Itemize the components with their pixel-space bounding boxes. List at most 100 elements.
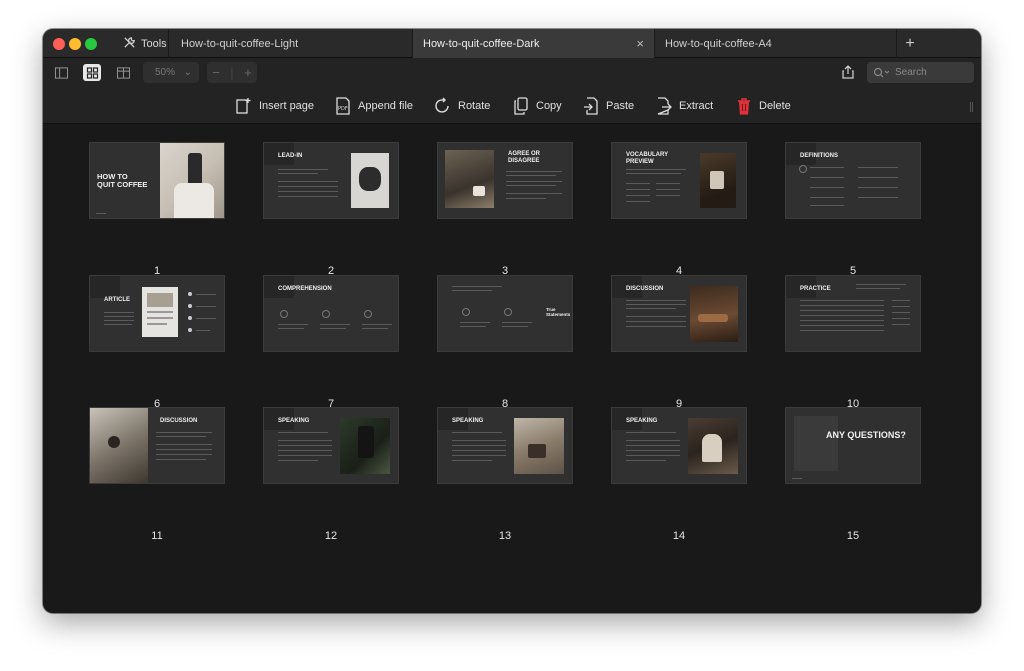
slide-title: AGREE OR DISAGREE — [508, 151, 541, 164]
append-file-button[interactable]: PDF Append file — [335, 88, 413, 124]
slide-photo — [690, 286, 738, 342]
append-file-label: Append file — [358, 100, 414, 112]
slide-title: DISCUSSION — [626, 286, 664, 292]
slide-title: COMPREHENSION — [278, 286, 332, 292]
page-number: 13 — [498, 530, 512, 542]
slide-title: SPEAKING — [626, 418, 658, 424]
page-thumbnail-grid: HOW TO QUIT COFFEE 1 LEAD-IN 2 AGREE OR … — [43, 124, 981, 613]
slide-photo — [340, 418, 390, 474]
slide-photo — [160, 143, 224, 218]
slide-title: DISCUSSION — [160, 418, 198, 424]
delete-button[interactable]: Delete — [736, 88, 791, 124]
slide-photo — [688, 418, 738, 474]
page-thumbnail-6[interactable]: ARTICLE — [89, 275, 225, 352]
minimize-window-button[interactable] — [69, 38, 81, 50]
slide-title: ARTICLE — [104, 297, 130, 303]
extract-icon — [657, 97, 672, 115]
slide-photo — [700, 153, 736, 208]
zoom-controls: − | + — [207, 62, 257, 83]
tab-label: How-to-quit-coffee-Light — [181, 37, 299, 50]
page-number: 14 — [672, 530, 686, 542]
extract-button[interactable]: Extract — [656, 88, 713, 124]
slide-title: DEFINITIONS — [800, 153, 839, 159]
insert-page-label: Insert page — [259, 100, 315, 112]
slide-title: LEAD-IN — [278, 153, 303, 159]
slide-title: ANY QUESTIONS? — [826, 430, 906, 440]
tab-how-to-quit-coffee-a4[interactable]: How-to-quit-coffee-A4 — [655, 29, 897, 58]
page-thumbnail-9[interactable]: DISCUSSION — [611, 275, 747, 352]
trash-icon — [738, 98, 750, 115]
two-page-view-button[interactable] — [114, 64, 132, 81]
copy-icon — [514, 97, 528, 115]
zoom-out-button[interactable]: − — [212, 65, 220, 80]
tab-label: How-to-quit-coffee-A4 — [665, 37, 772, 50]
page-thumbnail-11[interactable]: DISCUSSION — [89, 407, 225, 484]
page-actions-bar: Insert page PDF Append file Rotate Copy … — [43, 88, 981, 124]
zoom-window-button[interactable] — [85, 38, 97, 50]
title-bar: Tools How-to-quit-coffee-Light How-to-qu… — [43, 29, 981, 58]
paste-label: Paste — [606, 100, 635, 112]
toolbar-grip-handle[interactable] — [970, 102, 973, 112]
view-toolbar: 50% ⌄ − | + Search — [43, 58, 981, 88]
page-thumbnail-13[interactable]: SPEAKING — [437, 407, 573, 484]
copy-label: Copy — [536, 100, 562, 112]
zoom-value: 50% — [155, 67, 176, 78]
copy-button[interactable]: Copy — [513, 88, 562, 124]
slide-photo — [90, 408, 148, 483]
slide-photo — [351, 153, 389, 208]
append-file-icon: PDF — [336, 97, 350, 115]
slide-title: VOCABULARY PREVIEW — [626, 152, 669, 165]
extract-label: Extract — [679, 100, 714, 112]
slide-title: PRACTICE — [800, 286, 831, 292]
tools-label: Tools — [141, 37, 167, 50]
slide-title: True Statements — [546, 307, 571, 317]
paste-button[interactable]: Paste — [583, 88, 634, 124]
page-thumbnail-12[interactable]: SPEAKING — [263, 407, 399, 484]
insert-page-button[interactable]: Insert page — [236, 88, 314, 124]
page-thumbnail-15[interactable]: ANY QUESTIONS? — [785, 407, 921, 484]
tab-how-to-quit-coffee-light[interactable]: How-to-quit-coffee-Light — [171, 29, 413, 58]
slide-photo — [142, 287, 178, 337]
page-thumbnail-1[interactable]: HOW TO QUIT COFFEE — [89, 142, 225, 219]
page-thumbnail-7[interactable]: COMPREHENSION — [263, 275, 399, 352]
new-tab-button[interactable]: + — [899, 29, 921, 58]
pdf-badge: PDF — [338, 106, 348, 112]
page-thumbnail-5[interactable]: DEFINITIONS — [785, 142, 921, 219]
close-window-button[interactable] — [53, 38, 65, 50]
tools-button[interactable]: Tools — [117, 29, 169, 58]
page-thumbnail-2[interactable]: LEAD-IN — [263, 142, 399, 219]
chevron-down-icon: ⌄ — [183, 67, 192, 78]
tab-how-to-quit-coffee-dark[interactable]: How-to-quit-coffee-Dark × — [413, 29, 655, 58]
close-tab-icon[interactable]: × — [636, 36, 644, 51]
slide-title: HOW TO QUIT COFFEE — [97, 172, 148, 190]
tools-icon — [123, 36, 136, 52]
rotate-button[interactable]: Rotate — [435, 88, 490, 124]
slide-photo — [445, 150, 494, 208]
page-thumbnail-4[interactable]: VOCABULARY PREVIEW — [611, 142, 747, 219]
search-placeholder: Search — [895, 67, 927, 78]
page-number: 15 — [846, 530, 860, 542]
slide-photo — [514, 418, 564, 474]
paste-icon — [584, 97, 598, 115]
slide-title: SPEAKING — [278, 418, 310, 424]
page-thumbnail-10[interactable]: PRACTICE — [785, 275, 921, 352]
grid-view-button[interactable] — [83, 64, 101, 81]
two-page-icon — [116, 66, 130, 79]
page-number: 11 — [151, 530, 163, 542]
zoom-in-button[interactable]: + — [244, 65, 252, 80]
rotate-label: Rotate — [458, 100, 491, 112]
grid-icon — [86, 66, 98, 79]
slide-title: SPEAKING — [452, 418, 484, 424]
page-thumbnail-14[interactable]: SPEAKING — [611, 407, 747, 484]
insert-page-icon — [236, 98, 251, 114]
zoom-select[interactable]: 50% ⌄ — [143, 62, 199, 83]
rotate-icon — [435, 97, 449, 113]
sidebar-view-button[interactable] — [52, 64, 70, 81]
sidebar-icon — [54, 66, 68, 79]
share-icon[interactable] — [840, 64, 856, 80]
page-thumbnail-8[interactable]: True Statements — [437, 275, 573, 352]
page-number: 12 — [324, 530, 338, 542]
page-thumbnail-3[interactable]: AGREE OR DISAGREE — [437, 142, 573, 219]
search-input[interactable]: Search — [867, 62, 974, 83]
search-icon — [873, 67, 889, 77]
